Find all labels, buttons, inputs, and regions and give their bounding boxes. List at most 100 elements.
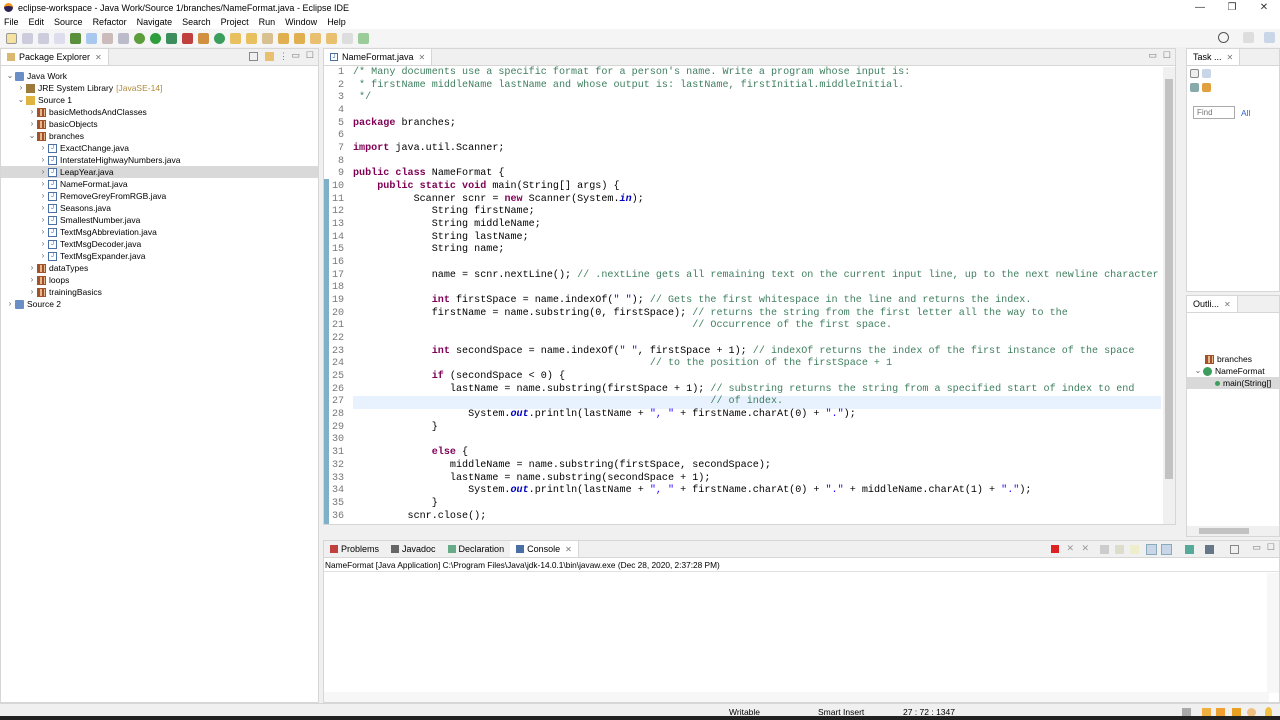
tree-item[interactable]: ⌄ Source 1 <box>1 94 318 106</box>
tree-item[interactable]: ⌄ branches <box>1 130 318 142</box>
task-find-input[interactable] <box>1193 106 1235 119</box>
remove-launch-icon[interactable]: ✕ <box>1066 543 1074 554</box>
chevron-right-icon[interactable]: › <box>38 238 48 250</box>
close-icon[interactable]: ✕ <box>95 53 102 62</box>
editor-vertical-scrollbar[interactable] <box>1163 67 1175 524</box>
tab-task-list[interactable]: Task ... ✕ <box>1187 49 1241 65</box>
tree-item[interactable]: › J Seasons.java <box>1 202 318 214</box>
scrollbar-thumb[interactable] <box>1165 79 1173 479</box>
clear-console-icon[interactable] <box>1100 545 1109 554</box>
close-button[interactable]: ✕ <box>1248 0 1280 15</box>
maximize-view-icon[interactable]: ☐ <box>1163 50 1171 61</box>
back-icon[interactable] <box>326 32 337 44</box>
close-icon[interactable]: ✕ <box>1224 300 1231 309</box>
chevron-right-icon[interactable]: › <box>38 154 48 166</box>
console-horizontal-scrollbar[interactable] <box>324 692 1269 702</box>
chevron-down-icon[interactable]: ⌄ <box>27 130 37 142</box>
chevron-right-icon[interactable]: › <box>27 118 37 130</box>
menu-search[interactable]: Search <box>182 17 211 27</box>
show-stderr-icon[interactable] <box>1161 544 1172 555</box>
coverage-icon[interactable] <box>166 32 177 44</box>
tree-item[interactable]: › J NameFormat.java <box>1 178 318 190</box>
tree-item[interactable]: › basicObjects <box>1 118 318 130</box>
maximize-view-icon[interactable]: ☐ <box>306 50 314 61</box>
menu-run[interactable]: Run <box>259 17 276 27</box>
close-icon[interactable]: ✕ <box>565 545 572 554</box>
next-annotation-icon[interactable] <box>278 32 289 44</box>
focus-icon[interactable] <box>1201 83 1211 92</box>
minimize-view-icon[interactable]: ▭ <box>291 50 300 61</box>
chevron-right-icon[interactable]: › <box>38 142 48 154</box>
collapse-all-icon[interactable] <box>249 52 258 61</box>
chevron-right-icon[interactable]: › <box>38 190 48 202</box>
link-with-editor-icon[interactable] <box>265 52 274 61</box>
open-type-icon[interactable] <box>70 32 81 44</box>
chevron-down-icon[interactable]: ⌄ <box>5 70 15 82</box>
chevron-right-icon[interactable]: › <box>38 178 48 190</box>
tree-item[interactable]: › J ExactChange.java <box>1 142 318 154</box>
tree-item[interactable]: › loops <box>1 274 318 286</box>
tab-problems[interactable]: Problems <box>324 541 386 557</box>
close-icon[interactable]: ✕ <box>419 53 426 62</box>
maximize-button[interactable]: ❐ <box>1216 0 1248 15</box>
minimize-view-icon[interactable]: ▭ <box>1252 542 1261 553</box>
chevron-right-icon[interactable]: › <box>16 82 26 94</box>
menu-source[interactable]: Source <box>54 17 83 27</box>
all-filter-link[interactable]: All <box>1241 108 1250 118</box>
tab-javadoc[interactable]: Javadoc <box>385 541 442 557</box>
chevron-right-icon[interactable]: › <box>38 166 48 178</box>
view-menu-icon[interactable]: ⋮ <box>279 51 288 62</box>
tree-item[interactable]: › dataTypes <box>1 262 318 274</box>
chevron-right-icon[interactable]: › <box>27 262 37 274</box>
remove-all-icon[interactable]: ✕ <box>1081 543 1089 554</box>
open-perspective-icon[interactable] <box>1243 32 1254 43</box>
java-perspective-icon[interactable] <box>1264 32 1275 43</box>
debug-icon[interactable] <box>134 32 145 44</box>
minimize-view-icon[interactable]: ▭ <box>1148 50 1157 61</box>
menu-help[interactable]: Help <box>327 17 346 27</box>
open-folder-icon[interactable] <box>230 32 241 44</box>
new-java-package-icon[interactable] <box>198 32 209 44</box>
outline-item-package[interactable]: branches <box>1187 353 1279 365</box>
tree-item[interactable]: › J TextMsgDecoder.java <box>1 238 318 250</box>
tree-item[interactable]: › J TextMsgExpander.java <box>1 250 318 262</box>
tab-declaration[interactable]: Declaration <box>441 541 511 557</box>
tab-console[interactable]: Console ✕ <box>510 541 579 557</box>
close-icon[interactable]: ✕ <box>1227 53 1234 62</box>
block-selection-icon[interactable] <box>102 32 113 44</box>
quick-access-search-icon[interactable] <box>1218 32 1229 43</box>
tab-package-explorer[interactable]: Package Explorer ✕ <box>1 49 109 65</box>
tree-item[interactable]: › J SmallestNumber.java <box>1 214 318 226</box>
outline-item-class[interactable]: ⌄ NameFormat <box>1187 365 1279 377</box>
tree-item[interactable]: › basicMethodsAndClasses <box>1 106 318 118</box>
tree-item[interactable]: › trainingBasics <box>1 286 318 298</box>
tab-nameformat-java[interactable]: J NameFormat.java ✕ <box>324 49 433 65</box>
scroll-lock-icon[interactable] <box>1115 545 1124 554</box>
new-task-icon[interactable] <box>1190 69 1199 78</box>
run-icon[interactable] <box>150 32 161 44</box>
outline-item-method[interactable]: main(String[] <box>1187 377 1279 389</box>
pin-console-icon[interactable] <box>1185 545 1194 554</box>
menu-refactor[interactable]: Refactor <box>93 17 127 27</box>
previous-annotation-icon[interactable] <box>294 32 305 44</box>
chevron-down-icon[interactable]: ⌄ <box>1193 365 1203 377</box>
show-stdout-icon[interactable] <box>1146 544 1157 555</box>
last-edit-icon[interactable] <box>310 32 321 44</box>
tree-item[interactable]: › J InterstateHighwayNumbers.java <box>1 154 318 166</box>
open-console-icon[interactable] <box>1230 545 1239 554</box>
chevron-right-icon[interactable]: › <box>27 106 37 118</box>
tree-item[interactable]: › Source 2 <box>1 298 318 310</box>
new-icon[interactable] <box>6 32 17 44</box>
forward-icon[interactable] <box>342 32 353 44</box>
chevron-right-icon[interactable]: › <box>38 202 48 214</box>
chevron-right-icon[interactable]: › <box>5 298 15 310</box>
chevron-right-icon[interactable]: › <box>38 214 48 226</box>
word-wrap-icon[interactable] <box>1130 545 1139 554</box>
menu-edit[interactable]: Edit <box>29 17 45 27</box>
save-all-icon[interactable] <box>38 32 49 44</box>
new-class-icon[interactable] <box>214 32 225 44</box>
categorized-icon[interactable] <box>1201 69 1211 78</box>
open-task-icon[interactable] <box>246 32 257 44</box>
save-icon[interactable] <box>22 32 33 44</box>
minimize-button[interactable]: — <box>1184 0 1216 15</box>
